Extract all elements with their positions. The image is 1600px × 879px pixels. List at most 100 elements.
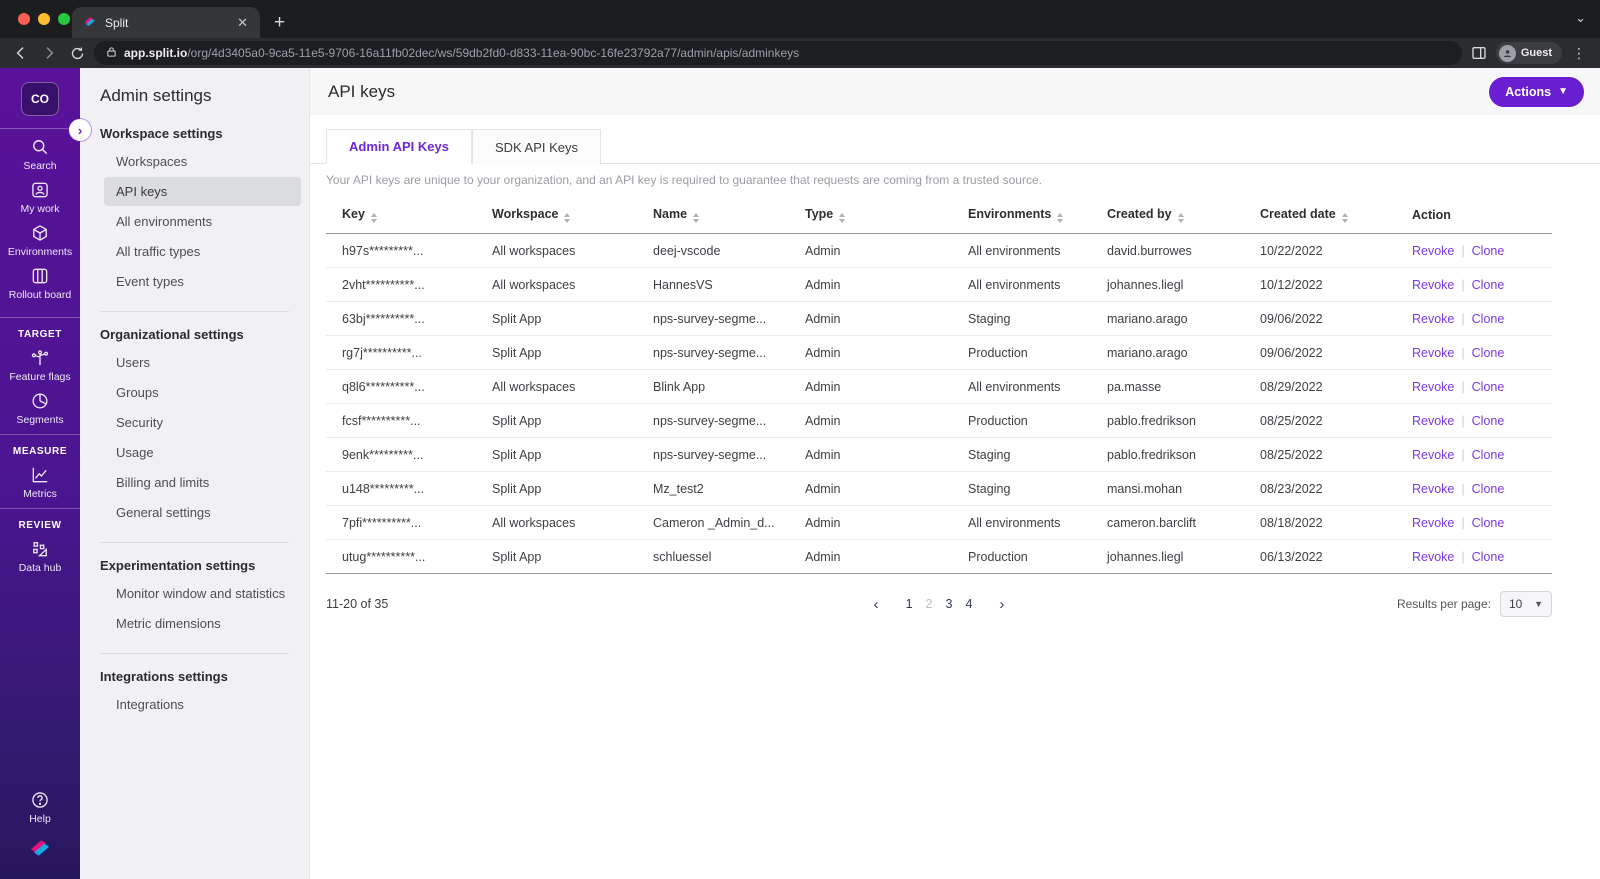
revoke-link[interactable]: Revoke: [1412, 380, 1454, 394]
nav-item-metric-dimensions[interactable]: Metric dimensions: [104, 609, 301, 638]
clone-link[interactable]: Clone: [1472, 550, 1505, 564]
column-header-workspace[interactable]: Workspace: [476, 201, 637, 234]
sidebar-item-feature-flags[interactable]: Feature flags: [0, 348, 80, 383]
nav-item-users[interactable]: Users: [104, 348, 301, 377]
nav-item-general-settings[interactable]: General settings: [104, 498, 301, 527]
clone-link[interactable]: Clone: [1472, 380, 1505, 394]
nav-item-security[interactable]: Security: [104, 408, 301, 437]
pagination-next-button[interactable]: ›: [985, 596, 1018, 613]
nav-item-workspaces[interactable]: Workspaces: [104, 147, 301, 176]
nav-item-all-traffic-types[interactable]: All traffic types: [104, 237, 301, 266]
nav-item-api-keys[interactable]: API keys: [104, 177, 301, 206]
cell-environments: Production: [952, 403, 1091, 438]
nav-item-integrations[interactable]: Integrations: [104, 690, 301, 719]
url-bar[interactable]: app.split.io/org/4d3405a0-9ca5-11e5-9706…: [94, 41, 1462, 65]
column-header-type[interactable]: Type: [789, 201, 952, 234]
sort-icon[interactable]: [839, 213, 846, 223]
app-root: CO Search My work Environments Rollout boar…: [0, 68, 1600, 879]
clone-link[interactable]: Clone: [1472, 448, 1505, 462]
nav-item-billing-and-limits[interactable]: Billing and limits: [104, 468, 301, 497]
sort-icon[interactable]: [564, 213, 571, 223]
sort-icon[interactable]: [370, 213, 377, 223]
revoke-link[interactable]: Revoke: [1412, 244, 1454, 258]
column-header-name[interactable]: Name: [637, 201, 789, 234]
sidebar-item-rollout-board[interactable]: Rollout board: [0, 266, 80, 301]
revoke-link[interactable]: Revoke: [1412, 516, 1454, 530]
sidebar-item-help[interactable]: Help: [0, 790, 80, 825]
column-header-created-by[interactable]: Created by: [1091, 201, 1244, 234]
sidebar-item-metrics[interactable]: Metrics: [0, 465, 80, 500]
clone-link[interactable]: Clone: [1472, 244, 1505, 258]
cell-key: fcsf**********...: [326, 403, 476, 438]
back-button[interactable]: [10, 42, 32, 64]
action-separator: |: [1461, 243, 1465, 258]
nav-group-experimentation-settings: Experimentation settings: [100, 558, 256, 573]
column-header-created-date[interactable]: Created date: [1244, 201, 1396, 234]
cell-action: Revoke | Clone: [1396, 403, 1552, 438]
window-close-button[interactable]: [18, 13, 30, 25]
nav-item-event-types[interactable]: Event types: [104, 267, 301, 296]
action-separator: |: [1461, 277, 1465, 292]
nav-item-all-environments[interactable]: All environments: [104, 207, 301, 236]
browser-tab-strip: Split ✕ + ⌄: [0, 0, 1600, 38]
clone-link[interactable]: Clone: [1472, 482, 1505, 496]
nav-item-usage[interactable]: Usage: [104, 438, 301, 467]
sidebar-expand-button[interactable]: ›: [69, 119, 91, 141]
cell-name: deej-vscode: [637, 233, 789, 268]
column-label: Key: [342, 207, 365, 221]
sort-icon[interactable]: [1177, 213, 1184, 223]
tab-search-chevron-icon[interactable]: ⌄: [1575, 10, 1586, 26]
page-number-3[interactable]: 3: [946, 597, 953, 611]
side-panel-icon[interactable]: [1468, 42, 1490, 64]
profile-button[interactable]: Guest: [1495, 42, 1562, 64]
cell-name: schluessel: [637, 539, 789, 574]
sidebar-item-search[interactable]: Search: [0, 137, 80, 172]
revoke-link[interactable]: Revoke: [1412, 414, 1454, 428]
cell-environments: Staging: [952, 437, 1091, 472]
page-number-1[interactable]: 1: [906, 597, 913, 611]
page-number-4[interactable]: 4: [965, 597, 972, 611]
pagination-prev-button[interactable]: ‹: [860, 596, 893, 613]
window-minimize-button[interactable]: [38, 13, 50, 25]
revoke-link[interactable]: Revoke: [1412, 278, 1454, 292]
window-zoom-button[interactable]: [58, 13, 70, 25]
clone-link[interactable]: Clone: [1472, 516, 1505, 530]
sidebar-item-segments[interactable]: Segments: [0, 391, 80, 426]
revoke-link[interactable]: Revoke: [1412, 482, 1454, 496]
tab-close-icon[interactable]: ✕: [235, 15, 250, 31]
tab-admin-api-keys[interactable]: Admin API Keys: [326, 129, 472, 164]
clone-link[interactable]: Clone: [1472, 414, 1505, 428]
nav-item-monitor-window-and-statistics[interactable]: Monitor window and statistics: [104, 579, 301, 608]
sidebar-item-data-hub[interactable]: Data hub: [0, 539, 80, 574]
org-logo[interactable]: CO: [21, 82, 59, 116]
sort-icon[interactable]: [1057, 213, 1064, 223]
page-number-2[interactable]: 2: [926, 597, 933, 611]
clone-link[interactable]: Clone: [1472, 312, 1505, 326]
tab-sdk-api-keys[interactable]: SDK API Keys: [471, 129, 602, 164]
nav-item-groups[interactable]: Groups: [104, 378, 301, 407]
sort-icon[interactable]: [1341, 213, 1348, 223]
action-separator: |: [1461, 413, 1465, 428]
forward-button[interactable]: [38, 42, 60, 64]
revoke-link[interactable]: Revoke: [1412, 312, 1454, 326]
reload-button[interactable]: [66, 42, 88, 64]
sidebar-sections: TARGET Feature flags Segments MEASURE Metric…: [0, 309, 80, 582]
environments-icon: [30, 223, 50, 243]
column-header-key[interactable]: Key: [326, 201, 476, 234]
cell-created-date: 08/25/2022: [1244, 403, 1396, 438]
browser-tab[interactable]: Split ✕: [72, 7, 260, 38]
revoke-link[interactable]: Revoke: [1412, 448, 1454, 462]
revoke-link[interactable]: Revoke: [1412, 550, 1454, 564]
actions-button[interactable]: Actions ▼: [1489, 76, 1584, 107]
cell-type: Admin: [789, 301, 952, 336]
clone-link[interactable]: Clone: [1472, 346, 1505, 360]
column-header-environments[interactable]: Environments: [952, 201, 1091, 234]
browser-menu-icon[interactable]: ⋮: [1568, 45, 1590, 62]
revoke-link[interactable]: Revoke: [1412, 346, 1454, 360]
sidebar-item-environments[interactable]: Environments: [0, 223, 80, 258]
sort-icon[interactable]: [693, 213, 700, 223]
new-tab-button[interactable]: +: [274, 13, 285, 32]
sidebar-item-my-work[interactable]: My work: [0, 180, 80, 215]
nav-divider: [100, 311, 289, 312]
clone-link[interactable]: Clone: [1472, 278, 1505, 292]
